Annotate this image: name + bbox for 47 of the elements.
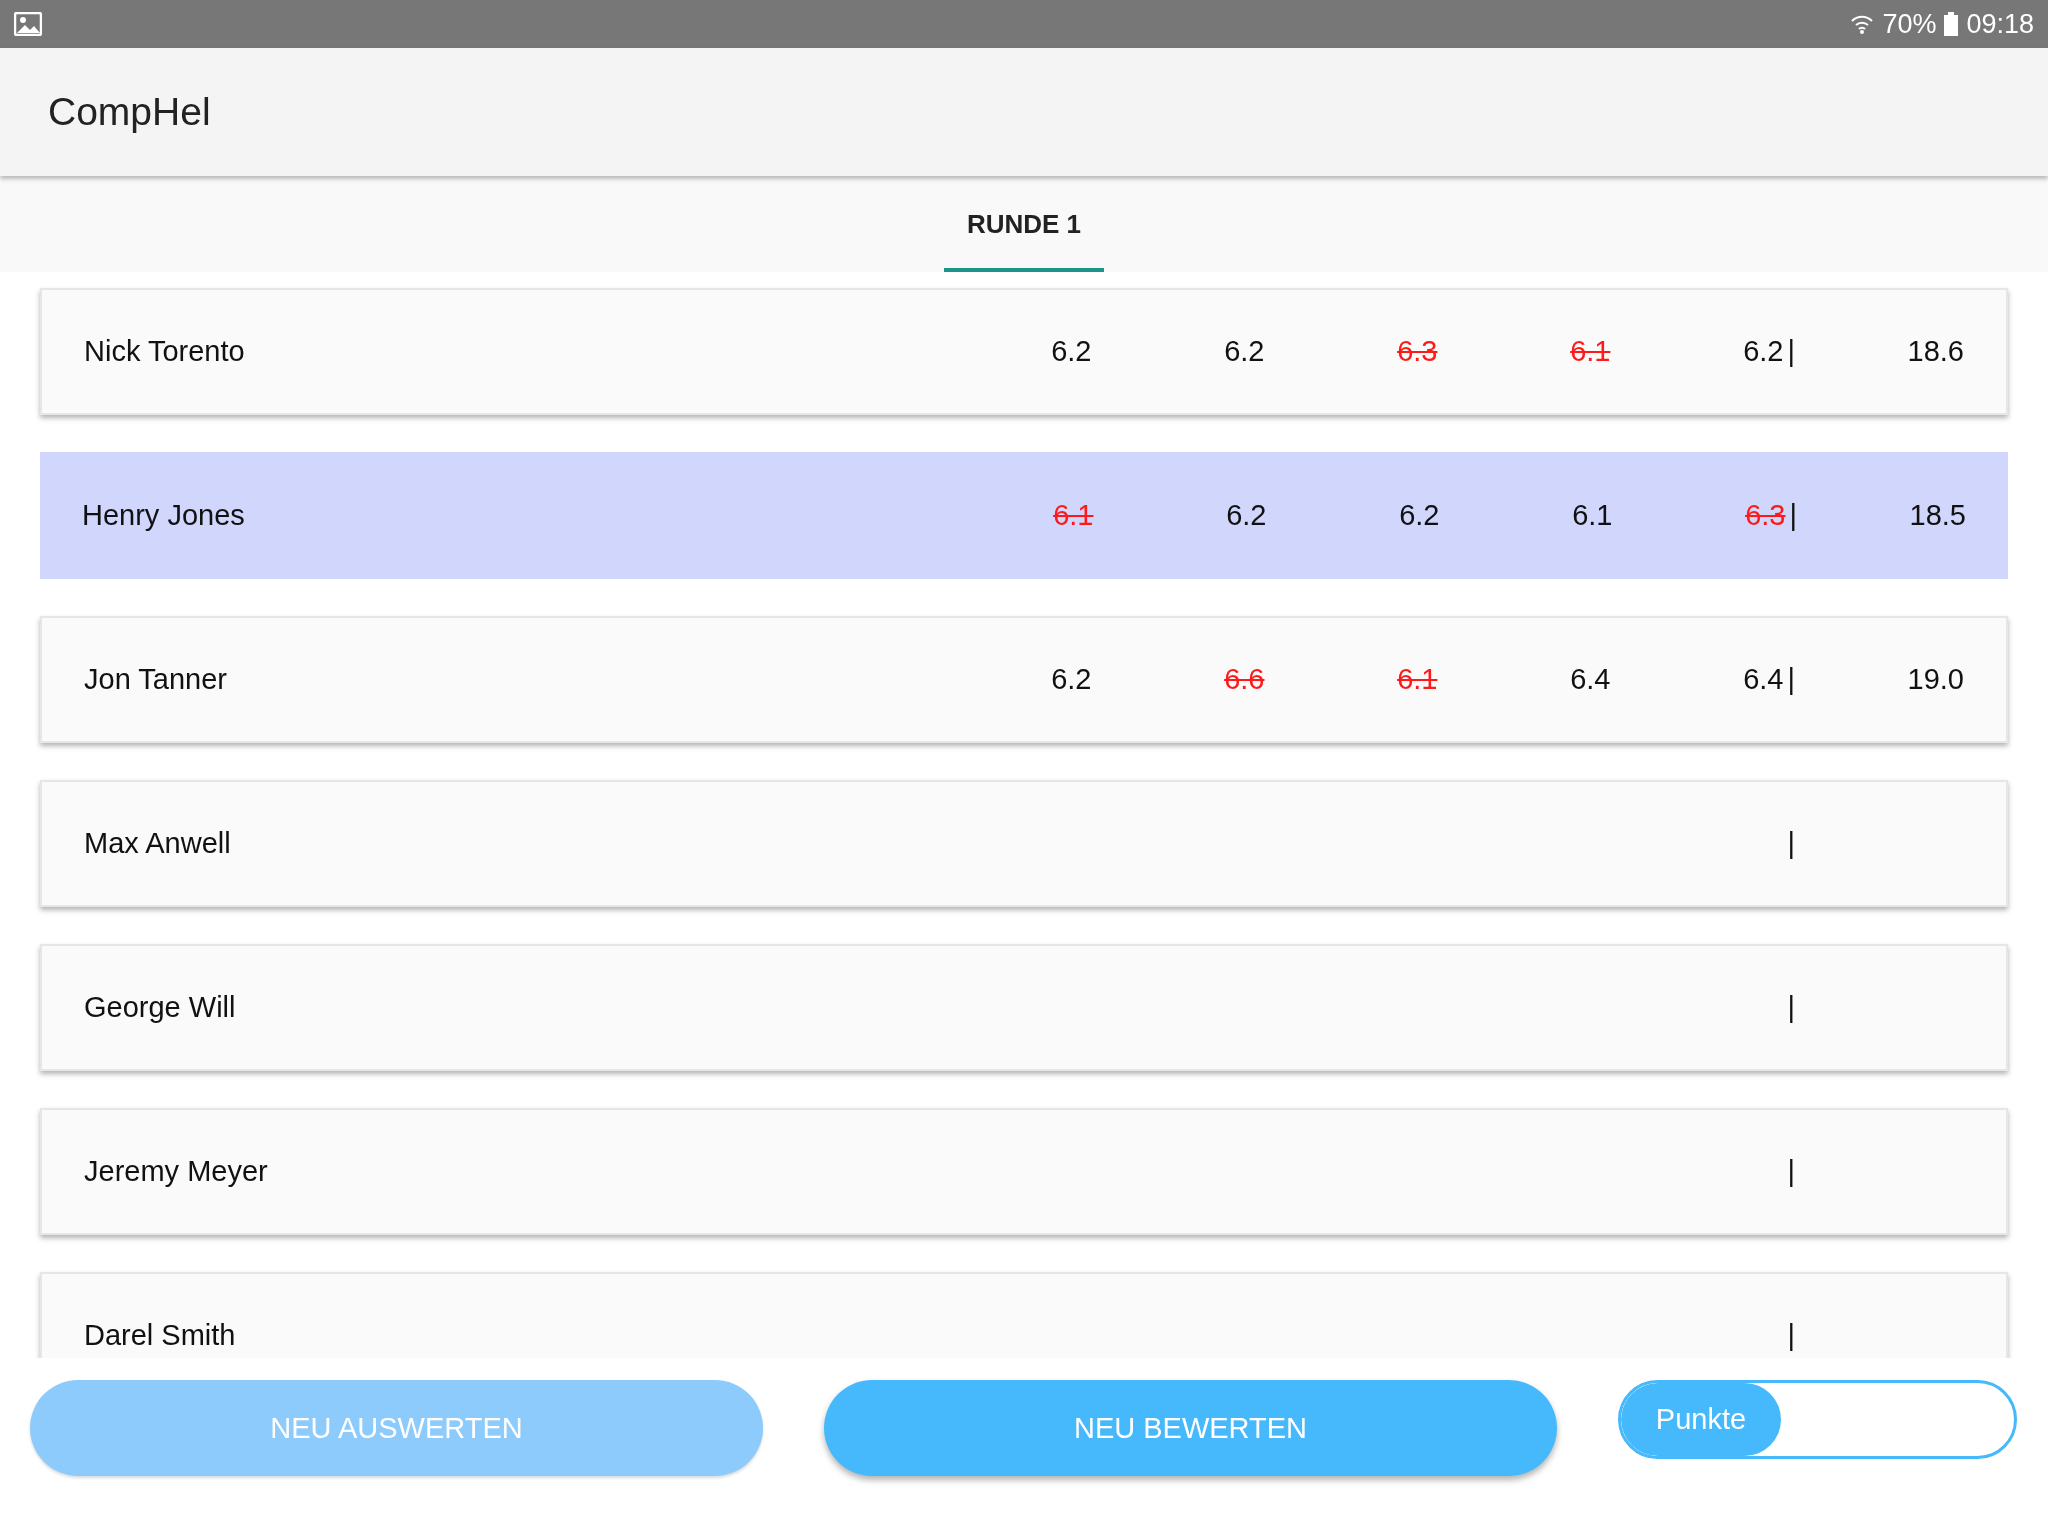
judge-score: 6.2 — [1398, 499, 1440, 532]
judge-score: 6.2 — [1050, 663, 1092, 696]
competitor-name: Jeremy Meyer — [84, 1155, 269, 1188]
total-score: 18.5 — [1908, 499, 1966, 532]
judge-score: 6.4 — [1569, 663, 1611, 696]
judge-score: 6.6 — [1223, 663, 1265, 696]
judge-score: 6.3 — [1396, 335, 1438, 368]
judge-score: 6.2 — [1225, 499, 1267, 532]
judge-score: 6.4 — [1742, 663, 1784, 696]
separator-mark: | — [1787, 337, 1795, 366]
separator-mark: | — [1787, 1321, 1795, 1350]
competitor-name: Nick Torento — [84, 335, 246, 368]
toggle-knob: Punkte — [1621, 1383, 1781, 1456]
judge-score: 6.2 — [1223, 335, 1265, 368]
competitor-row[interactable]: Nick Torento 6.2 6.2 6.3 6.1 6.2| 18.6 — [40, 288, 2008, 415]
separator-mark: | — [1787, 1157, 1795, 1186]
competitor-name: Jon Tanner — [84, 663, 228, 696]
separator-mark: | — [1789, 501, 1797, 530]
judge-score: 6.2 — [1742, 335, 1784, 368]
judge-score: 6.1 — [1569, 335, 1611, 368]
separator-mark: | — [1787, 665, 1795, 694]
competitor-name: Max Anwell — [84, 827, 232, 860]
wifi-icon — [1850, 13, 1875, 35]
competitor-name: George Will — [84, 991, 237, 1024]
round-tab[interactable]: RUNDE 1 — [944, 176, 1104, 272]
app-title: CompHel — [48, 90, 211, 134]
separator-mark: | — [1787, 829, 1795, 858]
competitor-row[interactable]: Max Anwell | — [40, 780, 2008, 907]
competitor-row[interactable]: Jeremy Meyer | — [40, 1108, 2008, 1235]
separator-mark: | — [1787, 993, 1795, 1022]
competitor-row[interactable]: Darel Smith | — [40, 1272, 2008, 1358]
image-icon — [14, 12, 42, 36]
judge-score: 6.1 — [1396, 663, 1438, 696]
total-score: 19.0 — [1906, 663, 1964, 696]
total-score: 18.6 — [1906, 335, 1964, 368]
competitor-row[interactable]: Jon Tanner 6.2 6.6 6.1 6.4 6.4| 19.0 — [40, 616, 2008, 743]
judge-score: 6.2 — [1050, 335, 1092, 368]
competitor-row[interactable]: Henry Jones 6.1 6.2 6.2 6.1 6.3| 18.5 — [40, 452, 2008, 579]
competitor-name: Henry Jones — [82, 499, 246, 532]
competitor-row[interactable]: George Will | — [40, 944, 2008, 1071]
battery-level: 70% — [1882, 8, 1937, 40]
judge-score: 6.3 — [1744, 499, 1786, 532]
judge-score: 6.1 — [1571, 499, 1613, 532]
battery-icon — [1944, 12, 1959, 36]
judge-score: 6.1 — [1052, 499, 1094, 532]
clock-time: 09:18 — [1966, 8, 2034, 40]
competitor-name: Darel Smith — [84, 1319, 237, 1352]
